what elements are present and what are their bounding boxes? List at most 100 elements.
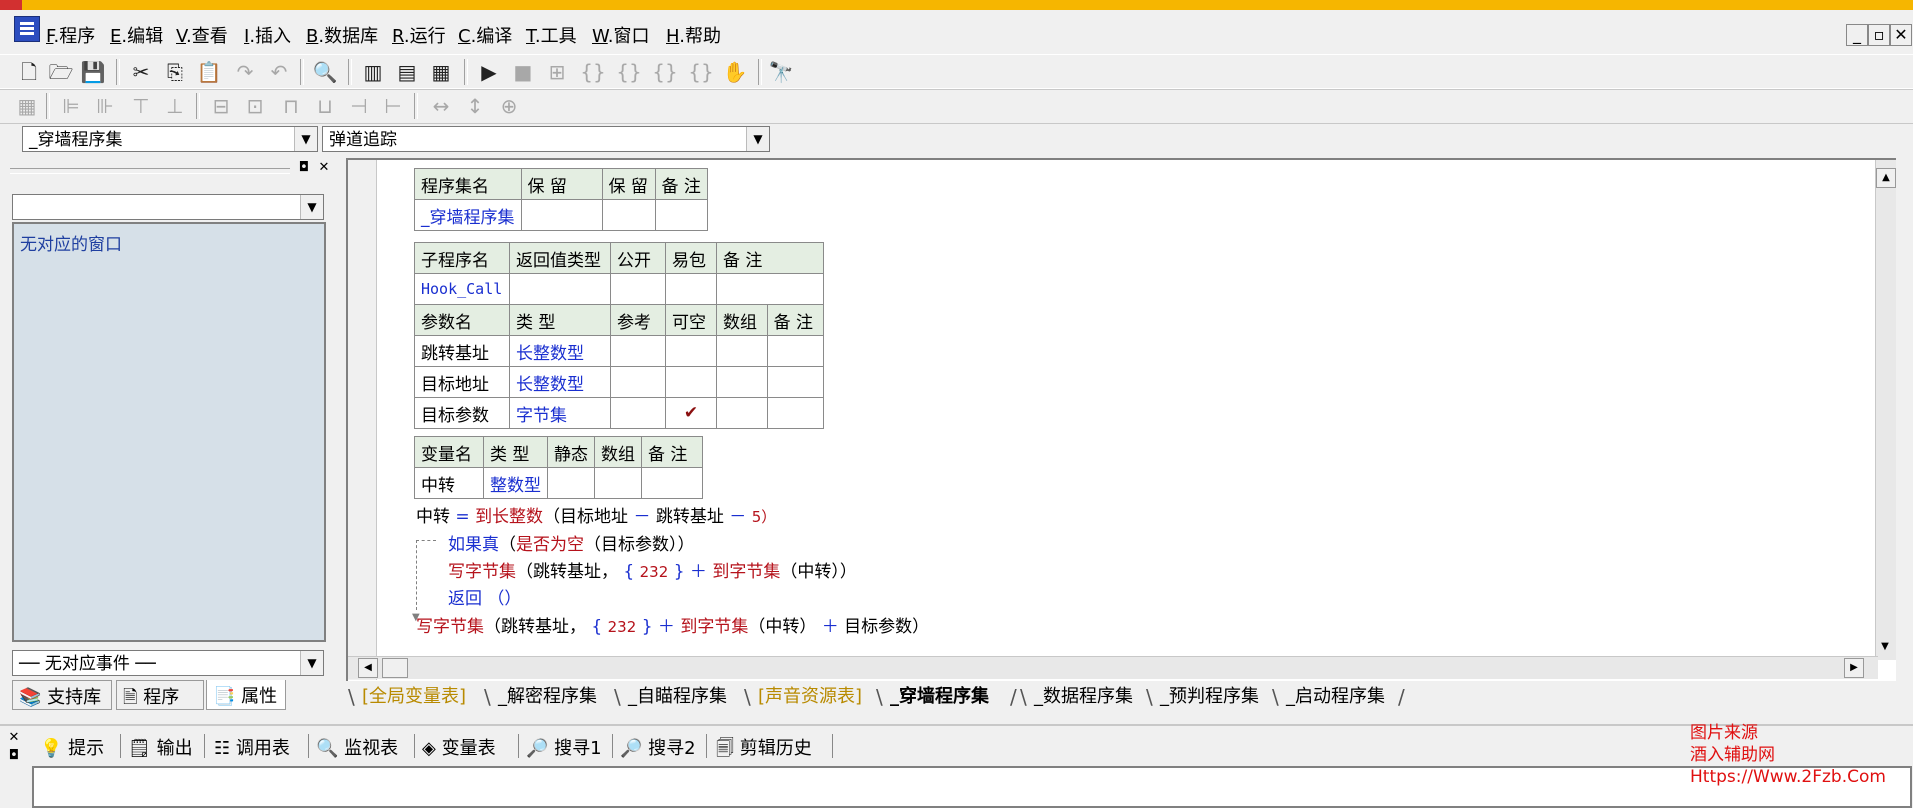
- output-close-icon[interactable]: ✕: [6, 730, 22, 746]
- param-note-cell[interactable]: [766, 366, 825, 398]
- var-name-cell[interactable]: 中转: [414, 467, 484, 499]
- menu-view[interactable]: V.查看: [176, 22, 228, 48]
- sub-name-cell[interactable]: Hook_Call: [414, 273, 510, 305]
- menu-database[interactable]: B.数据库: [306, 22, 378, 48]
- space-horizontal-icon[interactable]: ⊓: [278, 93, 304, 119]
- param-name-cell[interactable]: 目标参数: [414, 397, 510, 429]
- close-window-button[interactable]: ✕: [1890, 24, 1912, 46]
- chevron-down-icon[interactable]: ▼: [294, 127, 317, 151]
- menu-insert[interactable]: I.插入: [244, 22, 291, 48]
- tab-properties[interactable]: 📑 属性: [206, 680, 286, 710]
- equal-spacing-icon[interactable]: ⊣: [346, 93, 372, 119]
- restore-button[interactable]: ▫: [1868, 24, 1890, 46]
- tab-predict-assembly[interactable]: _预判程序集: [1160, 684, 1259, 710]
- same-width-icon[interactable]: ↔: [428, 93, 454, 119]
- center-vertical-icon[interactable]: ⊡: [242, 93, 268, 119]
- param-nullable-cell[interactable]: [665, 335, 717, 367]
- code-line[interactable]: 中转 = 到长整数（目标地址 － 跳转基址 － 5）: [416, 502, 776, 527]
- param-array-cell[interactable]: [716, 366, 768, 398]
- layout-bottom-icon[interactable]: ▤: [394, 59, 420, 85]
- menu-run[interactable]: R.运行: [392, 22, 446, 48]
- tab-aimbot-assembly[interactable]: _自瞄程序集: [628, 684, 727, 710]
- align-top-icon[interactable]: ⊤: [128, 93, 154, 119]
- stop-icon[interactable]: ■: [510, 59, 536, 85]
- horizontal-scrollbar[interactable]: ◀ ▶: [348, 656, 1878, 679]
- tab-output[interactable]: 🗒 输出: [128, 734, 193, 760]
- assembly-select[interactable]: _穿墙程序集 ▼: [22, 126, 318, 152]
- chevron-down-icon[interactable]: ▼: [746, 127, 769, 151]
- new-file-icon[interactable]: 🗋: [16, 59, 42, 85]
- save-icon[interactable]: 💾: [80, 59, 106, 85]
- cut-icon[interactable]: ✂: [128, 59, 154, 85]
- menu-edit[interactable]: E.编辑: [110, 22, 163, 48]
- tab-variables[interactable]: ◈ 变量表: [422, 734, 496, 760]
- sub-cell[interactable]: [509, 273, 611, 305]
- tab-watch[interactable]: 🔍 监视表: [316, 734, 398, 760]
- tab-search2[interactable]: 🔎 搜寻2: [620, 734, 696, 760]
- align-right-icon[interactable]: ⊪: [92, 93, 118, 119]
- output-panel[interactable]: [32, 766, 1912, 808]
- window-list[interactable]: 无对应的窗口: [12, 222, 326, 642]
- tab-program[interactable]: 🗎 程序: [116, 680, 204, 710]
- tab-startup-assembly[interactable]: _启动程序集: [1286, 684, 1385, 710]
- var-cell[interactable]: [641, 467, 703, 499]
- run-to-cursor-icon[interactable]: {}: [688, 59, 714, 85]
- align-bottom-icon[interactable]: ⊥: [162, 93, 188, 119]
- tab-wallhack-assembly[interactable]: _穿墙程序集: [890, 684, 989, 710]
- assembly-cell[interactable]: [654, 199, 708, 231]
- code-line[interactable]: 写字节集（跳转基址， { 232 } ＋ 到字节集（中转））: [448, 557, 857, 582]
- param-type-cell[interactable]: 长整数型: [509, 366, 611, 398]
- param-ref-cell[interactable]: [610, 335, 666, 367]
- menu-tools[interactable]: T.工具: [526, 22, 577, 48]
- step-into-icon[interactable]: {}: [580, 59, 606, 85]
- panel-close-icon[interactable]: ✕: [316, 160, 332, 176]
- step-over-icon[interactable]: {}: [616, 59, 642, 85]
- tab-search1[interactable]: 🔎 搜寻1: [526, 734, 602, 760]
- code-line[interactable]: 返回 （）: [448, 584, 521, 609]
- code-line[interactable]: 写字节集（跳转基址， { 232 } ＋ 到字节集（中转） ＋ 目标参数）: [416, 612, 929, 637]
- step-icon[interactable]: ⊞: [544, 59, 570, 85]
- chevron-down-icon[interactable]: ▼: [300, 195, 323, 219]
- panel-grip[interactable]: [10, 168, 290, 174]
- scroll-up-icon[interactable]: ▲: [1876, 168, 1896, 188]
- binoculars-icon[interactable]: 🔭: [768, 59, 794, 85]
- sub-cell[interactable]: [716, 273, 824, 305]
- tab-sound-resources[interactable]: [声音资源表]: [758, 684, 862, 710]
- scroll-thumb[interactable]: [382, 658, 408, 678]
- param-nullable-cell[interactable]: [665, 366, 717, 398]
- param-name-cell[interactable]: 跳转基址: [414, 335, 510, 367]
- print-preview-icon[interactable]: 🔍: [312, 59, 338, 85]
- redo-icon[interactable]: ↷: [232, 59, 258, 85]
- open-folder-icon[interactable]: 🗁: [48, 59, 74, 85]
- layout-full-icon[interactable]: ▦: [428, 59, 454, 85]
- assembly-name-cell[interactable]: _穿墙程序集: [414, 199, 522, 231]
- tab-hint[interactable]: 💡 提示: [40, 734, 104, 760]
- assembly-cell[interactable]: [601, 199, 656, 231]
- step-out-icon[interactable]: {}: [652, 59, 678, 85]
- run-icon[interactable]: ▶: [476, 59, 502, 85]
- copy-icon[interactable]: ⎘: [162, 59, 188, 85]
- hand-icon[interactable]: ✋: [722, 59, 748, 85]
- app-icon[interactable]: [14, 16, 40, 42]
- same-height-icon[interactable]: ↕: [462, 93, 488, 119]
- tab-decrypt-assembly[interactable]: _解密程序集: [498, 684, 597, 710]
- window-select[interactable]: ▼: [12, 194, 324, 220]
- param-type-cell[interactable]: 字节集: [509, 397, 611, 429]
- param-array-cell[interactable]: [716, 335, 768, 367]
- menu-help[interactable]: H.帮助: [666, 22, 721, 48]
- layout-left-icon[interactable]: ▥: [360, 59, 386, 85]
- undo-icon[interactable]: ↶: [266, 59, 292, 85]
- scroll-down-icon[interactable]: ▼: [1876, 638, 1894, 656]
- minimize-button[interactable]: _: [1846, 24, 1868, 46]
- output-float-icon[interactable]: ◘: [6, 748, 22, 764]
- paste-icon[interactable]: 📋: [196, 59, 222, 85]
- param-array-cell[interactable]: [716, 397, 768, 429]
- tab-global-vars[interactable]: [全局变量表]: [362, 684, 466, 710]
- menu-program[interactable]: F.程序: [46, 22, 95, 48]
- chevron-down-icon[interactable]: ▼: [300, 651, 323, 675]
- param-nullable-check-icon[interactable]: ✔: [665, 397, 717, 429]
- var-cell[interactable]: [547, 467, 595, 499]
- vertical-scrollbar[interactable]: ▲ ▼: [1875, 160, 1896, 660]
- var-type-cell[interactable]: 整数型: [483, 467, 548, 499]
- tab-call-stack[interactable]: ☷ 调用表: [214, 734, 290, 760]
